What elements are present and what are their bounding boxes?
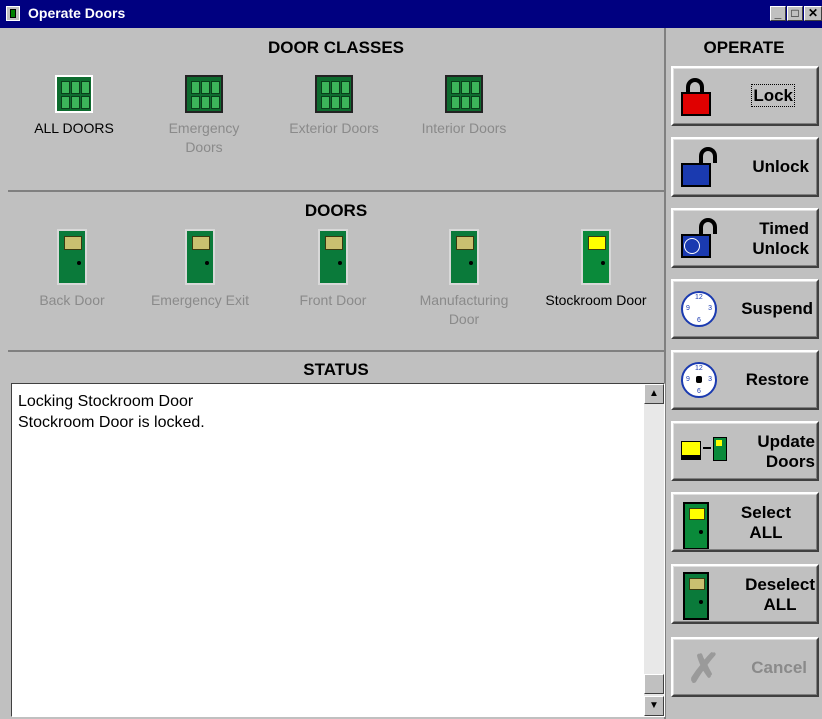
door-class-label: Emergency — [168, 120, 240, 136]
window-title: Operate Doors — [28, 5, 126, 21]
select-label-line1: Select — [740, 503, 791, 522]
classes-divider — [8, 190, 664, 192]
suspend-label: Suspend — [741, 299, 813, 318]
door-manufacturing-door[interactable]: Manufacturing Door — [402, 229, 526, 329]
operate-heading: OPERATE — [703, 38, 785, 57]
door-class-interior-doors[interactable]: Interior Doors — [404, 75, 524, 138]
door-class-exterior-doors[interactable]: Exterior Doors — [274, 75, 394, 138]
select-label-line2: ALL — [749, 523, 783, 542]
update-doors-button[interactable]: Update Doors — [671, 421, 819, 481]
door-group-icon — [315, 75, 353, 113]
scroll-up-arrow-icon[interactable]: ▲ — [644, 384, 664, 404]
door-class-emergency-doors[interactable]: Emergency Doors — [144, 75, 264, 157]
restore-label: Restore — [745, 370, 809, 389]
deselect-label-line1: Deselect — [745, 575, 815, 594]
status-line: Stockroom Door is locked. — [18, 414, 205, 431]
timed-label-line1: Timed — [759, 219, 809, 238]
door-app-icon[interactable] — [6, 6, 20, 21]
minimize-button[interactable]: _ — [770, 6, 786, 21]
doors-divider — [8, 350, 664, 352]
door-icon — [581, 229, 611, 285]
cancel-button[interactable]: ✗ Cancel — [671, 637, 819, 697]
deselect-label-line2: ALL — [763, 595, 797, 614]
cancel-x-icon: ✗ — [687, 647, 721, 691]
deselect-all-button[interactable]: Deselect ALL — [671, 564, 819, 624]
update-label-line2: Doors — [765, 452, 815, 471]
status-log[interactable]: Locking Stockroom Door Stockroom Door is… — [11, 383, 665, 717]
door-emergency-exit[interactable]: Emergency Exit — [138, 229, 262, 310]
door-label: Emergency Exit — [150, 292, 250, 308]
door-label-line2: Door — [448, 311, 480, 327]
status-line: Locking Stockroom Door — [18, 393, 194, 410]
close-button[interactable]: ✕ — [804, 6, 822, 21]
clock-icon: 12 3 6 9 — [681, 291, 717, 327]
maximize-button[interactable]: □ — [787, 6, 803, 21]
cancel-label: Cancel — [751, 658, 807, 677]
door-icon — [449, 229, 479, 285]
door-icon — [683, 572, 709, 620]
door-label: Stockroom Door — [545, 292, 647, 308]
clock-lock-icon: 12 3 6 9 — [681, 362, 717, 398]
timed-unlock-button[interactable]: Timed Unlock — [671, 208, 819, 268]
timed-label-line2: Unlock — [752, 239, 809, 258]
selected-door-icon — [683, 502, 709, 550]
select-all-button[interactable]: Select ALL — [671, 492, 819, 552]
door-class-label: Exterior Doors — [289, 120, 379, 136]
unlock-button[interactable]: Unlock — [671, 137, 819, 197]
restore-button[interactable]: 12 3 6 9 Restore — [671, 350, 819, 410]
doors-heading: DOORS — [304, 201, 368, 220]
status-scrollbar[interactable]: ▲ ▼ — [644, 384, 664, 716]
door-icon — [185, 229, 215, 285]
door-class-all-doors[interactable]: ALL DOORS — [14, 75, 134, 138]
door-label: Back Door — [39, 292, 105, 308]
lock-label: Lock — [751, 84, 795, 107]
door-class-label-line2: Doors — [185, 139, 223, 155]
door-label: Front Door — [299, 292, 367, 308]
door-class-label: ALL DOORS — [34, 120, 114, 136]
suspend-button[interactable]: 12 3 6 9 Suspend — [671, 279, 819, 339]
door-icon — [318, 229, 348, 285]
scroll-thumb[interactable] — [644, 674, 664, 694]
door-stockroom-door[interactable]: Stockroom Door — [532, 229, 660, 310]
door-back-door[interactable]: Back Door — [14, 229, 130, 310]
door-group-icon — [185, 75, 223, 113]
scroll-down-arrow-icon[interactable]: ▼ — [644, 696, 664, 716]
door-label: Manufacturing — [419, 292, 509, 308]
door-icon — [57, 229, 87, 285]
unlock-label: Unlock — [752, 157, 809, 176]
update-label-line1: Update — [757, 432, 815, 451]
door-group-icon — [445, 75, 483, 113]
lock-button[interactable]: Lock — [671, 66, 819, 126]
door-class-label: Interior Doors — [421, 120, 507, 136]
door-group-icon — [55, 75, 93, 113]
status-heading: STATUS — [303, 360, 369, 379]
title-bar[interactable]: Operate Doors _ □ ✕ — [0, 0, 822, 28]
door-front-door[interactable]: Front Door — [276, 229, 390, 310]
door-classes-heading: DOOR CLASSES — [267, 38, 405, 57]
operate-doors-window: Operate Doors _ □ ✕ DOOR CLASSES ALL DOO… — [0, 0, 822, 719]
